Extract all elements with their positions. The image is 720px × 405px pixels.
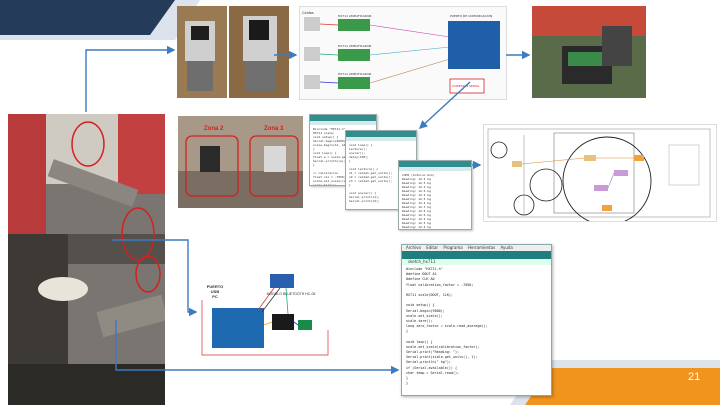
menu-archivo[interactable]: Archivo (406, 245, 421, 250)
serial-monitor-window: COM3 (Arduino Uno) Reading: 12.4 kg Readin… (398, 160, 472, 230)
menu-ayuda[interactable]: Ayuda (501, 245, 513, 250)
installed-device-photo (532, 6, 646, 98)
usb-port-label: PUERTO USB PC (206, 284, 224, 299)
serial-tag: CONEXIÓN SERIAL (452, 83, 480, 88)
arrow-photo-to-sensors (85, 45, 176, 112)
amp-label-1: HX711 AMPLIFICADOR (338, 14, 372, 18)
page-number: 21 (688, 371, 701, 383)
ide-code-editor[interactable]: #include "HX711.h" #define DOUT A1 #define… (402, 265, 551, 388)
chassis-photo: 2 (8, 114, 165, 405)
serial-output-line: Reading: 12.3 kg (402, 229, 468, 230)
bluetooth-wiring-diagram: PUERTO USB PC MODULO BLUETOOTH HC-05 (198, 270, 330, 358)
block-diagram (483, 124, 717, 222)
zone-2-label: Zona 2 (204, 126, 224, 132)
amp-label-2: HX711 AMPLIFICADOR (338, 44, 372, 48)
amp-label-3: HX711 AMPLIFICADOR (338, 72, 372, 76)
board-label: PUERTO DE COMUNICACIÓN (450, 13, 492, 18)
arduino-ide-window: Archivo Editar Programa Herramientas Ayu… (401, 244, 552, 396)
serial-monitor-body: COM3 (Arduino Uno) Reading: 12.4 kg Readin… (399, 171, 471, 230)
ide-code-line: } (406, 381, 409, 386)
sensor-photo-left (177, 6, 227, 98)
zone-3-label: Zona 3 (264, 126, 284, 132)
sensor-photo-right (229, 6, 289, 98)
diagram-title: Celdas (302, 11, 314, 15)
load-cell-wiring-diagram: Celdas HX711 AMPLIFICADOR HX711 AMPLIFIC… (299, 6, 507, 100)
corner-banner-top (0, 0, 200, 40)
zones-photo: Zona 2 Zona 3 (178, 116, 303, 208)
bluetooth-module-label: MODULO BLUETOOTH HC-05 (266, 292, 316, 296)
svg-text:2: 2 (118, 237, 122, 244)
menu-programa[interactable]: Programa (443, 245, 462, 250)
menu-herramientas[interactable]: Herramientas (468, 245, 495, 250)
chassis-photo-art: 2 (8, 114, 165, 405)
ide-toolbar (402, 251, 551, 259)
menu-editar[interactable]: Editar (426, 245, 438, 250)
